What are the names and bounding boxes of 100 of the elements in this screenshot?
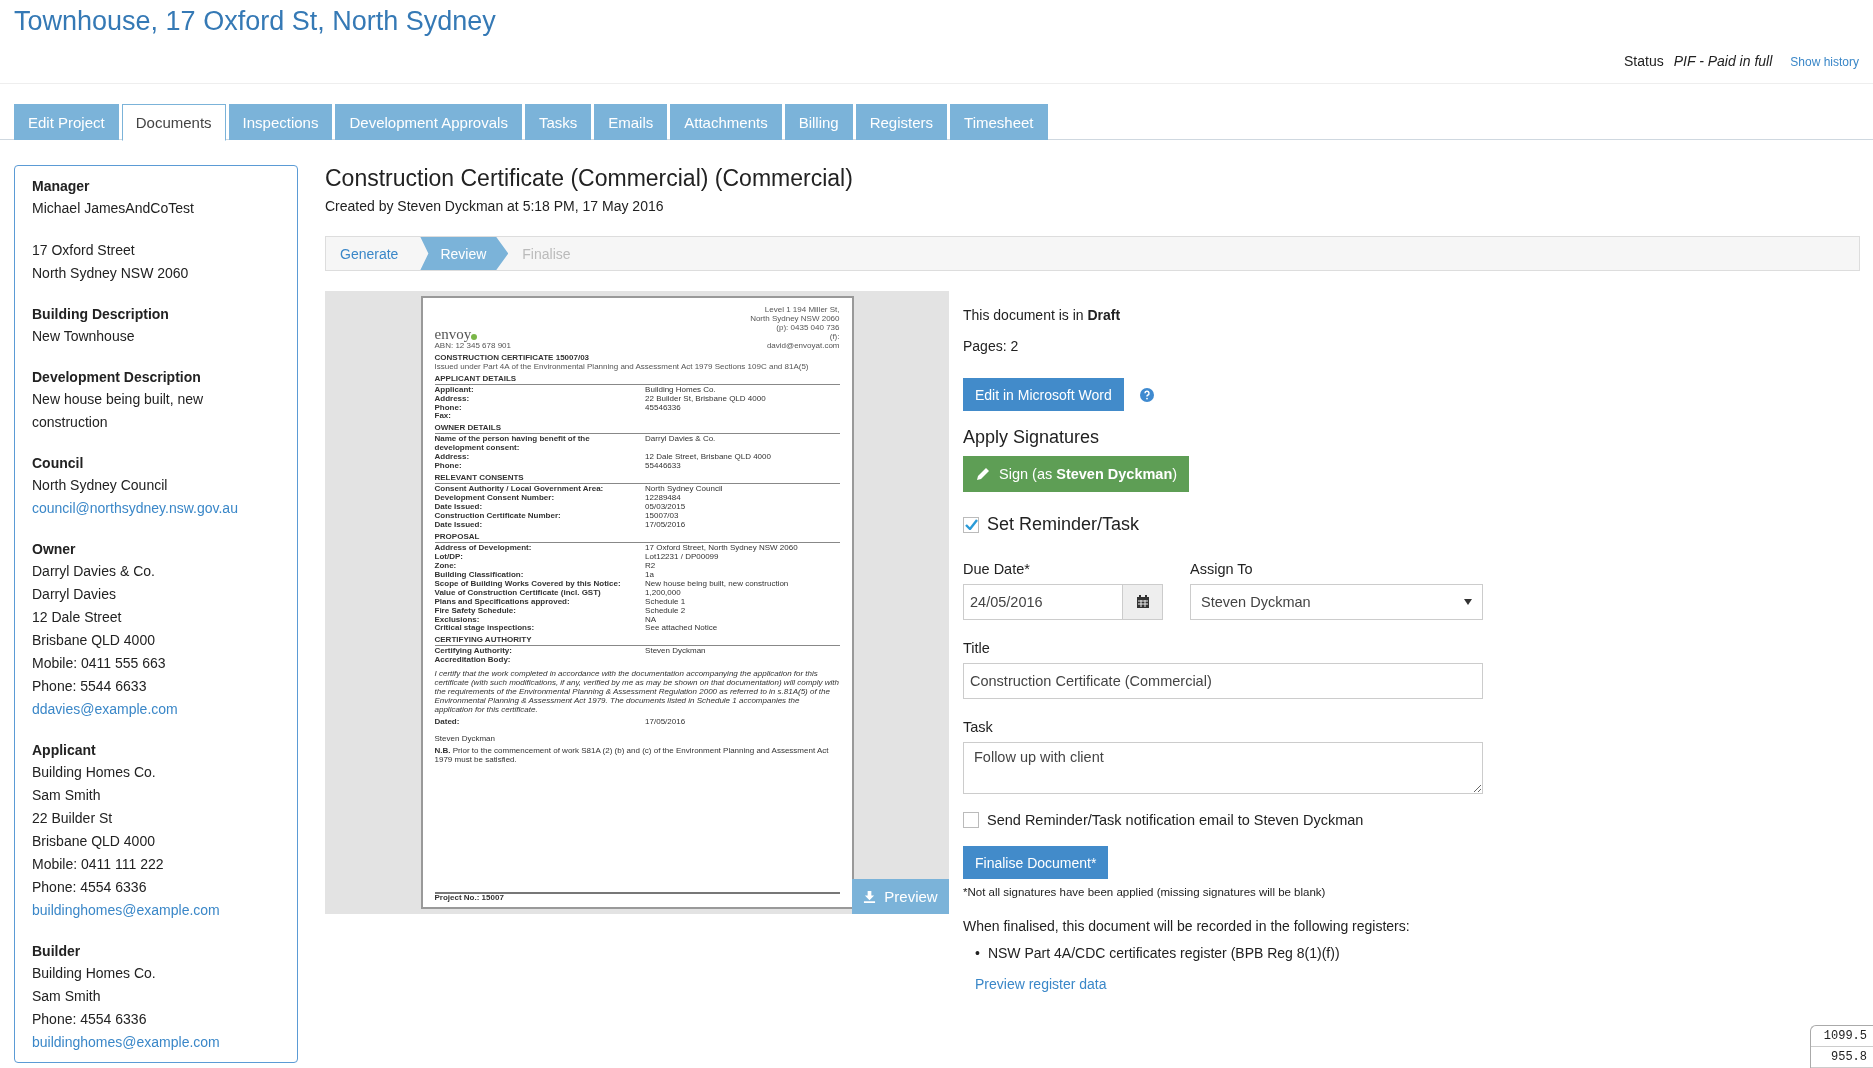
field-label: Zone: [434,561,458,571]
section-heading: Builder [32,942,82,961]
title-field[interactable]: Construction Certificate (Commercial) [963,663,1483,699]
field-value: Building Homes Co. [645,385,717,394]
help-icon[interactable] [1139,387,1154,402]
created-text: Created by Steven Dyckman at 5:18 PM, 17 May 2016 [325,198,665,214]
tab[interactable]: Tasks [524,104,592,140]
dot-icon [471,333,478,340]
footer-text: Project No.: 15007 [434,892,840,903]
field-label: Consent Authority / Local Government Area: [434,485,605,495]
field-label: Certifying Authority: [434,647,513,657]
status-value: PIF - Paid in full [1673,53,1773,69]
field-label: Address of Development: [434,543,533,553]
detail-text: Darryl Davies [32,585,117,604]
detail-text: 17 Oxford Street [32,241,136,260]
debug-reading: 955.8 [1811,1047,1873,1068]
tab[interactable]: Documents [121,104,226,141]
email-link[interactable]: buildinghomes@example.com [32,899,280,922]
section-heading: Applicant [32,741,97,760]
field-value: Lot12231 / DP00099 [645,552,720,562]
tab[interactable]: Edit Project [14,104,119,140]
show-history-link[interactable]: Show history [1790,55,1859,69]
field-label: Fax: [434,412,452,422]
section-heading: Manager [32,177,91,196]
calendar-icon [1135,595,1150,609]
field-label: Exclusions: [434,615,481,625]
field-label: Building Classification: [434,570,525,579]
field-value: 17 Oxford Street, North Sydney NSW 2060 [645,543,799,553]
sign-button[interactable]: Sign (as Steven Dyckman) [963,456,1190,492]
tab[interactable]: Emails [594,104,668,140]
certificate-subtitle: Issued under Part 4A of the Environmental Planning and Assessment Act 1979 Sections 109C and 81A(5) [434,362,810,372]
address-line: (p): 0435 040 736 [776,323,840,333]
address-line: david@envoyat.com [765,341,840,351]
section-heading: Building Description [32,305,170,324]
step[interactable]: Generate [326,237,421,270]
detail-text: Sam Smith [32,987,102,1006]
tab[interactable]: Development Approvals [335,104,522,140]
field-label: Phone: [434,403,463,413]
field-label: Scope of Building Works Covered by this Notice: [434,579,622,588]
field-value: 45546336 [645,403,682,413]
detail-text: North Sydney Council [32,476,169,495]
task-field[interactable]: Follow up with client [963,742,1483,794]
document-section-heading: RELEVANT CONSENTS [434,474,840,485]
calendar-button[interactable] [1123,584,1163,620]
detail-text: Brisbane QLD 4000 [32,832,156,851]
field-label: Development Consent Number: [434,494,556,504]
detail-text: 12 Dale Street [32,608,123,627]
field-label: Assign To [1190,561,1254,577]
field-value: 17/05/2016 [645,520,687,530]
debug-reading: 1099.5 [1811,1026,1873,1047]
preview-register-link[interactable]: Preview register data [975,976,1107,992]
document-title: Construction Certificate (Commercial) (Commercial) [325,165,854,192]
download-icon [863,890,877,903]
address-line: Level 1 194 Miller St, [763,306,840,315]
field-label: Title [963,640,991,656]
email-link[interactable]: buildinghomes@example.com [32,1031,280,1054]
tab[interactable]: Timesheet [950,104,1048,140]
section-heading: Development Description [32,368,202,387]
dropdown-caret-icon [1464,599,1472,605]
detail-text: North Sydney NSW 2060 [32,264,190,283]
tab[interactable]: Billing [784,104,853,140]
email-link[interactable]: council@northsydney.nsw.gov.au [32,497,280,520]
field-value: Schedule 1 [645,597,687,607]
field-value: 22 Builder St, Brisbane QLD 4000 [645,394,767,404]
register-item: NSW Part 4A/CDC certificates register (BPB Reg 8(1)(f)) [987,944,1340,963]
certificate-title: CONSTRUCTION CERTIFICATE 15007/03 [434,353,591,363]
field-label: Address: [434,394,470,404]
detail-text: Building Homes Co. [32,964,157,983]
field-label: Applicant: [434,385,475,394]
field-value: 17/05/2016 [645,718,687,727]
document-section-heading: PROPOSAL [434,532,840,543]
document-section-heading: OWNER DETAILS [434,424,840,435]
signatures-heading: Apply Signatures [963,427,1101,448]
detail-text: 22 Builder St [32,809,114,828]
field-value: 12289484 [645,494,682,504]
edit-word-button[interactable]: Edit in Microsoft Word [963,378,1124,411]
bullet: • [975,944,980,963]
date-field[interactable]: 24/05/2016 [963,584,1123,620]
signatory-name: Steven Dyckman [434,735,496,744]
reminder-checkbox[interactable] [963,516,979,533]
field-value: 12 Dale Street, Brisbane QLD 4000 [645,453,772,463]
field-value: Schedule 2 [645,606,687,616]
tab[interactable]: Registers [855,104,948,140]
assign-select[interactable]: Steven Dyckman [1190,584,1483,620]
field-label: Phone: [434,462,463,472]
section-heading: Owner [32,540,77,559]
tab[interactable]: Attachments [670,104,782,140]
document-section-heading: CERTIFYING AUTHORITY [434,636,840,647]
field-label: Fire Safety Schedule: [434,606,516,615]
finalise-button[interactable]: Finalise Document* [963,846,1109,879]
step[interactable]: Review [420,237,509,270]
field-value: North Sydney Council [645,485,724,495]
preview-button[interactable]: Preview [852,879,949,914]
notify-checkbox[interactable] [963,812,979,828]
field-label: Task [963,719,994,735]
field-value: 1,200,000 [645,588,682,598]
field-label: Address: [434,453,471,463]
field-label: Plans and Specifications approved: [434,597,570,606]
tab[interactable]: Inspections [228,104,333,140]
email-link[interactable]: ddavies@example.com [32,698,280,721]
